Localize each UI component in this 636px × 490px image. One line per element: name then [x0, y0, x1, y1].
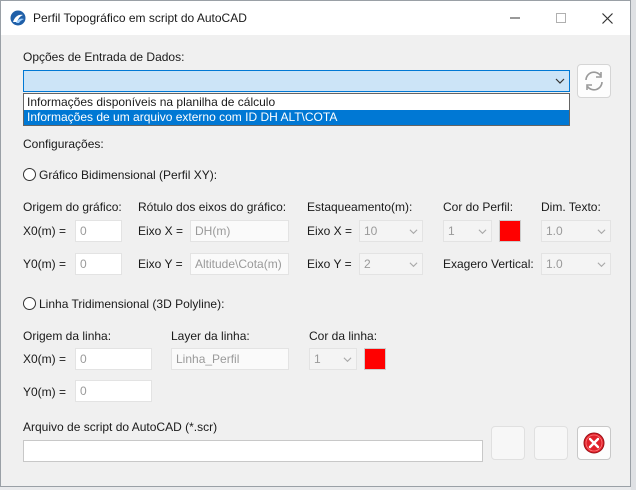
- radio-graph-2d-label: Gráfico Bidimensional (Perfil XY):: [39, 168, 218, 182]
- chevron-down-icon: [597, 229, 606, 235]
- input-options-dropdown-list: Informações disponíveis na planilha de c…: [23, 93, 570, 126]
- profile-color-label: Cor do Perfil:: [443, 200, 514, 214]
- app-logo-icon: [10, 10, 26, 26]
- close-window-button[interactable]: [584, 1, 630, 35]
- graph-origin-label: Origem do gráfico:: [23, 200, 122, 214]
- line-color-swatch[interactable]: [364, 348, 386, 370]
- cancel-button[interactable]: [577, 426, 611, 460]
- close-icon: [601, 12, 613, 24]
- layer-input[interactable]: Linha_Perfil: [171, 348, 289, 370]
- line-color-select[interactable]: 1: [309, 348, 357, 370]
- line-y0-input[interactable]: 0: [75, 380, 152, 402]
- text-dim-value: 1.0: [546, 224, 563, 238]
- stake-x-value: 10: [364, 224, 378, 238]
- axis-x-input[interactable]: DH(m): [190, 220, 289, 242]
- maximize-button[interactable]: [538, 1, 584, 35]
- generate-script-button[interactable]: [534, 426, 568, 460]
- radio-line-3d-label: Linha Tridimensional (3D Polyline):: [39, 297, 225, 311]
- browse-script-button[interactable]: [491, 426, 525, 460]
- axis-y-label: Eixo Y =: [138, 257, 183, 271]
- exaggeration-label: Exagero Vertical:: [443, 257, 534, 271]
- dropdown-option-external-file[interactable]: Informações de um arquivo externo com ID…: [24, 110, 569, 125]
- profile-color-value: 1: [448, 224, 455, 238]
- stake-x-label: Eixo X =: [307, 224, 353, 238]
- chevron-down-icon: [555, 78, 565, 84]
- line-x0-input[interactable]: 0: [75, 348, 152, 370]
- axis-y-input[interactable]: Altitude\Cota(m): [190, 253, 289, 275]
- graph-y0-input[interactable]: 0: [75, 253, 122, 275]
- chevron-down-icon: [343, 357, 352, 363]
- stake-y-select[interactable]: 2: [359, 253, 423, 275]
- axis-x-label: Eixo X =: [138, 224, 184, 238]
- graph-y0-label: Y0(m) =: [23, 257, 67, 271]
- line-x0-label: X0(m) =: [23, 352, 67, 366]
- graph-x0-input[interactable]: 0: [75, 220, 122, 242]
- text-dim-label: Dim. Texto:: [541, 200, 601, 214]
- dropdown-option-spreadsheet[interactable]: Informações disponíveis na planilha de c…: [24, 95, 569, 110]
- line-color-value: 1: [314, 352, 321, 366]
- stake-y-value: 2: [364, 257, 371, 271]
- chevron-down-icon: [478, 229, 487, 235]
- exaggeration-value: 1.0: [546, 257, 563, 271]
- refresh-button[interactable]: [577, 64, 611, 98]
- background-window-edge: [631, 0, 636, 490]
- dialog-window: Perfil Topográfico em script do AutoCAD …: [0, 0, 631, 487]
- stake-label: Estaqueamento(m):: [307, 200, 413, 214]
- cancel-x-icon: [583, 432, 605, 454]
- radio-line-3d[interactable]: [23, 297, 36, 310]
- input-options-combo[interactable]: [23, 70, 570, 92]
- title-bar: Perfil Topográfico em script do AutoCAD: [1, 1, 630, 35]
- exaggeration-select[interactable]: 1.0: [541, 253, 611, 275]
- line-y0-label: Y0(m) =: [23, 385, 67, 399]
- refresh-icon: [585, 71, 603, 91]
- text-dim-select[interactable]: 1.0: [541, 220, 611, 242]
- chevron-down-icon: [597, 262, 606, 268]
- profile-color-select[interactable]: 1: [443, 220, 492, 242]
- line-origin-label: Origem da linha:: [23, 329, 112, 343]
- script-file-input[interactable]: [23, 440, 483, 462]
- stake-x-select[interactable]: 10: [359, 220, 423, 242]
- script-file-label: Arquivo de script do AutoCAD (*.scr): [23, 420, 218, 434]
- window-title: Perfil Topográfico em script do AutoCAD: [33, 11, 247, 25]
- settings-label: Configurações:: [23, 137, 104, 151]
- chevron-down-icon: [409, 229, 418, 235]
- radio-graph-2d[interactable]: [23, 168, 36, 181]
- profile-color-swatch[interactable]: [499, 220, 521, 242]
- chevron-down-icon: [409, 262, 418, 268]
- minimize-icon: [510, 17, 520, 19]
- line-color-label: Cor da linha:: [309, 329, 378, 343]
- axis-labels-title: Rótulo dos eixos do gráfico:: [138, 200, 287, 214]
- input-options-label: Opções de Entrada de Dados:: [23, 50, 185, 64]
- minimize-button[interactable]: [492, 1, 538, 35]
- layer-label: Layer da linha:: [171, 329, 250, 343]
- maximize-icon: [556, 13, 566, 23]
- graph-x0-label: X0(m) =: [23, 224, 67, 238]
- stake-y-label: Eixo Y =: [307, 257, 352, 271]
